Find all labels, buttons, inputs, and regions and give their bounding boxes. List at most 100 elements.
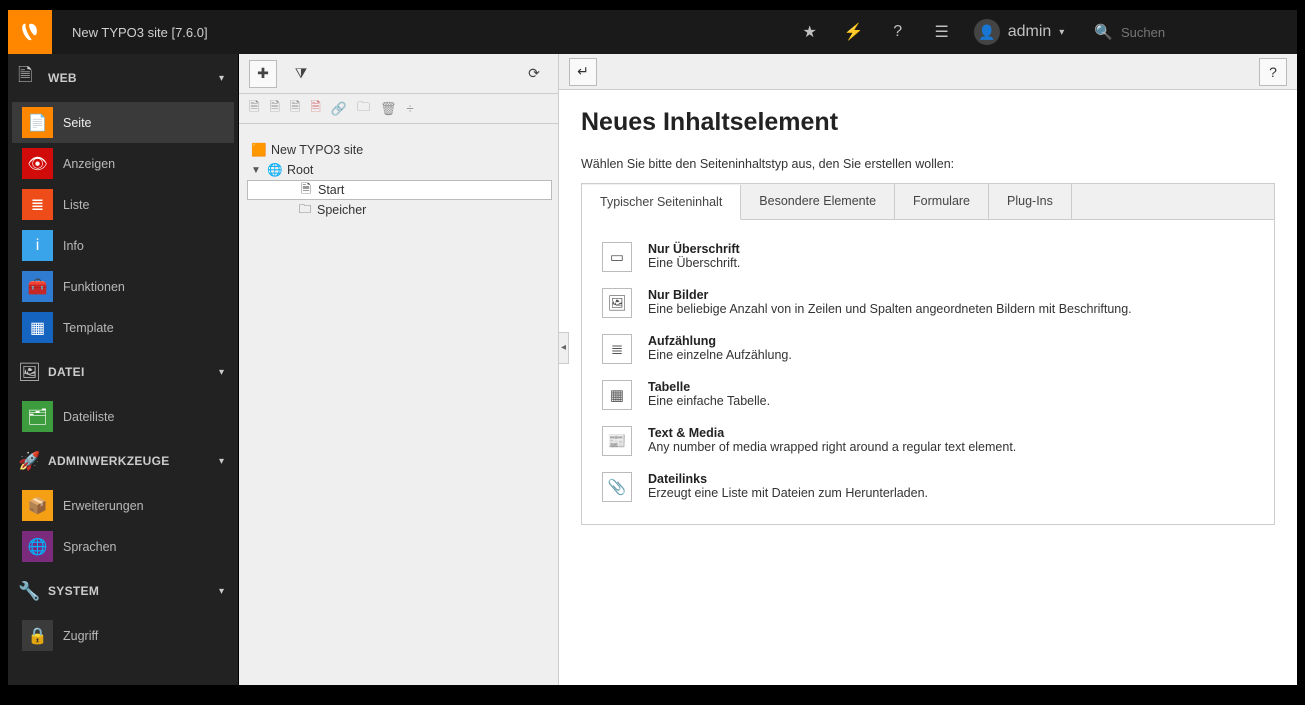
wizard-item-title: Nur Überschrift — [648, 242, 740, 256]
pagetree-collapse-handle[interactable]: ◂ — [559, 332, 569, 364]
tab-3[interactable]: Plug-Ins — [989, 184, 1072, 219]
module-group-system[interactable]: 🔧SYSTEM▾ — [8, 567, 238, 615]
user-menu[interactable]: 👤 admin ▾ — [964, 10, 1081, 54]
topbar: New TYPO3 site [7.6.0] ★ ⚡ ? ☰ 👤 admin ▾… — [8, 10, 1297, 54]
chevron-down-icon: ▾ — [219, 73, 224, 84]
module-label: Sprachen — [63, 540, 117, 554]
tab-1[interactable]: Besondere Elemente — [741, 184, 895, 219]
wizard-item-2[interactable]: ≣AufzählungEine einzelne Aufzählung. — [596, 326, 1260, 372]
tab-bar: Typischer SeiteninhaltBesondere Elemente… — [581, 183, 1275, 220]
cache-flash-icon[interactable]: ⚡ — [832, 10, 876, 54]
wizard-item-desc: Eine einfache Tabelle. — [648, 394, 770, 408]
module-label: Liste — [63, 198, 89, 212]
tree-node-speicher[interactable]: 🗀Speicher — [247, 200, 552, 220]
module-menu: 🗎WEB▾📄Seite👁Anzeigen ≣ Liste i Info 🧰 Funktion… — [8, 54, 239, 685]
folder-icon[interactable]: 🗀 — [357, 98, 370, 120]
wizard-item-3[interactable]: ▦ TabelleEine einfache Tabelle. — [596, 372, 1260, 418]
module-item-page[interactable]: 📄Seite — [12, 102, 234, 143]
tab-2[interactable]: Formulare — [895, 184, 989, 219]
system-group-icon: 🔧 — [18, 581, 48, 602]
wizard-item-title: Aufzählung — [648, 334, 792, 348]
tree-site-root[interactable]: 🟧New TYPO3 site — [247, 140, 552, 160]
module-item-info[interactable]: i Info — [12, 225, 234, 266]
tab-0[interactable]: Typischer Seiteninhalt — [582, 185, 741, 220]
content-panel: ↵ ? Neues Inhaltselement Wählen Sie bitt… — [559, 54, 1297, 685]
doc-icon[interactable]: 🗎 — [249, 98, 259, 120]
tree-node-root[interactable]: ▼🌐Root — [247, 160, 552, 180]
tree-node-start[interactable]: 🗎Start — [247, 180, 552, 200]
wizard-item-desc: Erzeugt eine Liste mit Dateien zum Herun… — [648, 486, 928, 500]
module-item-view[interactable]: 👁Anzeigen — [12, 143, 234, 184]
wizard-item-icon: 📎 — [602, 472, 632, 502]
module-item-filelist[interactable]: 🗂 Dateiliste — [12, 396, 234, 437]
search-icon: 🔍 — [1094, 23, 1113, 41]
wizard-item-title: Dateilinks — [648, 472, 928, 486]
wizard-item-desc: Any number of media wrapped right around… — [648, 440, 1016, 454]
wizard-item-icon: 🖼 — [602, 288, 632, 318]
tmpl-icon: ▦ — [22, 312, 53, 343]
help-icon[interactable]: ? — [876, 10, 920, 54]
filter-button[interactable]: ⧩ — [287, 60, 315, 88]
context-help-button[interactable]: ? — [1259, 58, 1287, 86]
wizard-item-desc: Eine Überschrift. — [648, 256, 740, 270]
lang-icon: 🌐 — [22, 531, 53, 562]
page-lead: Wählen Sie bitte den Seiteninhaltstyp au… — [581, 157, 1275, 171]
divider-icon[interactable]: ÷ — [407, 101, 414, 116]
page-title: Neues Inhaltselement — [581, 108, 1275, 137]
module-label: Template — [63, 321, 114, 335]
list-icon: ≣ — [22, 189, 53, 220]
module-group-title: DATEI — [48, 365, 219, 379]
wizard-item-title: Tabelle — [648, 380, 770, 394]
module-item-tmpl[interactable]: ▦ Template — [12, 307, 234, 348]
doc-disabled-icon[interactable]: 🗎 — [310, 98, 320, 120]
wizard-item-4[interactable]: 📰Text & MediaAny number of media wrapped… — [596, 418, 1260, 464]
typo3-logo[interactable] — [8, 10, 52, 54]
func-icon: 🧰 — [22, 271, 53, 302]
site-name: New TYPO3 site [7.6.0] — [52, 25, 208, 40]
module-item-ext[interactable]: 📦Erweiterungen — [12, 485, 234, 526]
wizard-item-5[interactable]: 📎 DateilinksErzeugt eine Liste mit Dateie… — [596, 464, 1260, 510]
module-label: Info — [63, 239, 84, 253]
module-label: Dateiliste — [63, 410, 114, 424]
module-item-list[interactable]: ≣ Liste — [12, 184, 234, 225]
wizard-item-0[interactable]: ▭ Nur ÜberschriftEine Überschrift. — [596, 234, 1260, 280]
refresh-button[interactable]: ⟳ — [520, 60, 548, 88]
web-group-icon: 🗎 — [18, 63, 48, 93]
chevron-down-icon: ▾ — [1059, 27, 1064, 38]
wizard-item-icon: 📰 — [602, 426, 632, 456]
admin-group-icon: 🚀 — [18, 451, 48, 472]
module-group-admin[interactable]: 🚀ADMINWERKZEUGE▾ — [8, 437, 238, 485]
chevron-down-icon: ▾ — [219, 456, 224, 467]
module-label: Funktionen — [63, 280, 125, 294]
wizard-item-icon: ▦ — [602, 380, 632, 410]
new-page-button[interactable]: ✚ — [249, 60, 277, 88]
module-item-access[interactable]: 🔒 Zugriff — [12, 615, 234, 656]
avatar-icon: 👤 — [974, 19, 1000, 45]
module-group-web[interactable]: 🗎WEB▾ — [8, 54, 238, 102]
user-label: admin — [1008, 23, 1052, 41]
wizard-item-icon: ▭ — [602, 242, 632, 272]
file-group-icon: 🖼 — [18, 362, 48, 383]
bookmarks-icon[interactable]: ★ — [788, 10, 832, 54]
module-group-file[interactable]: 🖼DATEI▾ — [8, 348, 238, 396]
module-label: Zugriff — [63, 629, 98, 643]
pagetree-toolbar: ✚ ⧩ ⟳ — [239, 54, 558, 94]
module-item-func[interactable]: 🧰 Funktionen — [12, 266, 234, 307]
link-icon[interactable]: 🔗 — [331, 101, 347, 117]
wizard-item-1[interactable]: 🖼Nur BilderEine beliebige Anzahl von in … — [596, 280, 1260, 326]
chevron-down-icon: ▾ — [219, 367, 224, 378]
info-icon: i — [22, 230, 53, 261]
wizard-item-desc: Eine beliebige Anzahl von in Zeilen und … — [648, 302, 1132, 316]
search-input[interactable] — [1121, 25, 1297, 40]
access-icon: 🔒 — [22, 620, 53, 651]
trash-icon[interactable]: 🗑 — [380, 101, 397, 117]
module-item-lang[interactable]: 🌐 Sprachen — [12, 526, 234, 567]
application-icon[interactable]: ☰ — [920, 10, 964, 54]
doc-shortcut-icon[interactable]: 🗎 — [290, 98, 300, 120]
topbar-search[interactable]: 🔍 — [1080, 23, 1297, 41]
filelist-icon: 🗂 — [22, 401, 53, 432]
wizard-item-icon: ≣ — [602, 334, 632, 364]
doc-user-icon[interactable]: 🗎 — [269, 98, 279, 120]
content-body: Neues Inhaltselement Wählen Sie bitte de… — [559, 90, 1297, 685]
close-button[interactable]: ↵ — [569, 58, 597, 86]
